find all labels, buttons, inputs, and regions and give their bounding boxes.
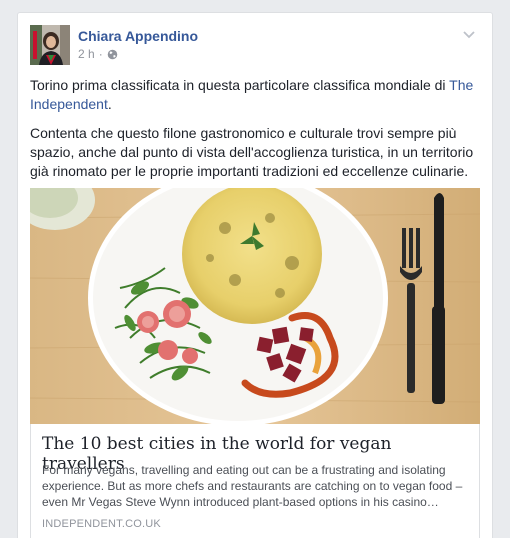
post-text-paragraph: Torino prima classificata in questa part… — [30, 76, 480, 114]
meta-separator: · — [98, 47, 103, 61]
avatar[interactable] — [30, 25, 70, 65]
post-time[interactable]: 2 h — [78, 47, 95, 61]
link-description: For many vegans, travelling and eating o… — [42, 463, 463, 509]
post-text: Torino prima classificata in questa part… — [30, 77, 450, 93]
link-domain: INDEPENDENT.CO.UK — [42, 518, 161, 530]
post-text-end: . — [107, 96, 112, 112]
chevron-down-icon[interactable] — [460, 25, 478, 43]
author-name[interactable]: Chiara Appendino — [78, 28, 198, 44]
post-meta: 2 h · — [78, 47, 118, 61]
globe-icon[interactable] — [107, 49, 118, 60]
link-preview-image[interactable] — [30, 188, 480, 424]
link-preview[interactable]: The 10 best cities in the world for vega… — [30, 424, 480, 538]
post-text-paragraph-2: Contenta che questo filone gastronomico … — [30, 125, 474, 179]
feed-post: Chiara Appendino 2 h · Torino prima clas… — [17, 12, 493, 538]
post-header: Chiara Appendino 2 h · — [30, 25, 480, 67]
